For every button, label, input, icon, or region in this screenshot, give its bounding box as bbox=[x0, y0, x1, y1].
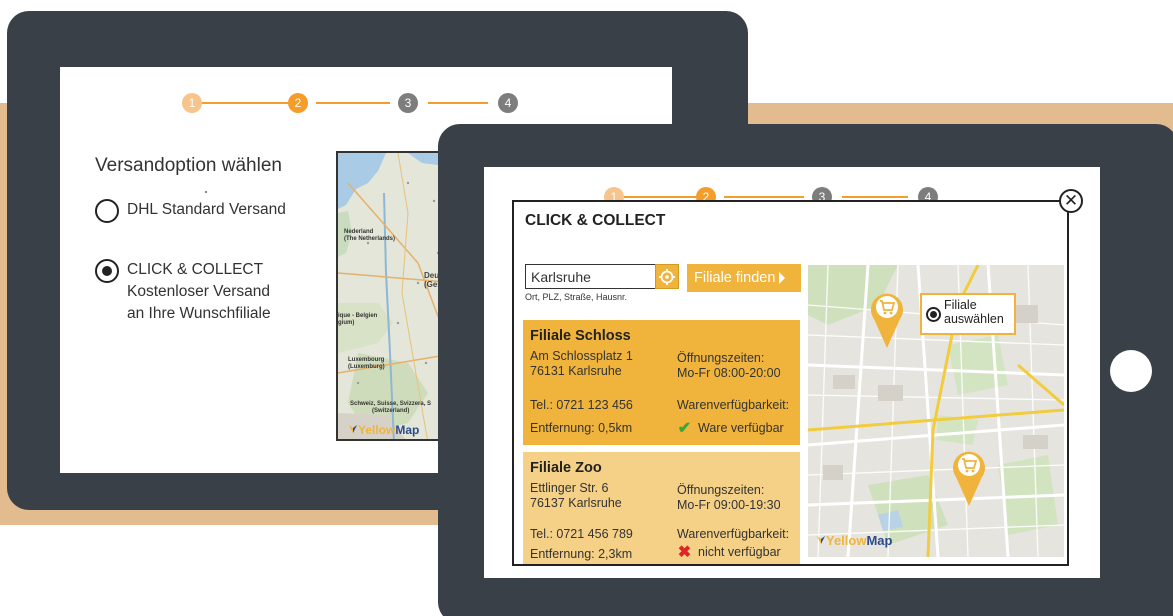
step-4: 4 bbox=[498, 93, 518, 113]
store-marker-schloss[interactable] bbox=[869, 289, 905, 349]
step-2: 2 bbox=[288, 93, 308, 113]
stage: 1 2 3 4 Versandoption wählen DHL Standar… bbox=[0, 0, 1173, 616]
click-collect-dialog: CLICK & COLLECT Filiale finden Ort, PLZ,… bbox=[512, 200, 1069, 566]
option-title: CLICK & COLLECT bbox=[127, 261, 264, 278]
find-store-label: Filiale finden bbox=[694, 270, 776, 286]
step-connector bbox=[624, 196, 696, 198]
shipping-option-dhl[interactable]: DHL Standard Versand bbox=[95, 199, 286, 223]
page-title: Versandoption wählen bbox=[95, 155, 282, 176]
logo-mark-icon bbox=[349, 425, 357, 433]
store-phone: Tel.: 0721 456 789 bbox=[530, 527, 633, 541]
location-search-input[interactable] bbox=[525, 264, 656, 289]
step-connector bbox=[316, 102, 390, 104]
store-card-schloss[interactable]: Filiale Schloss Am Schlossplatz 1 76131 … bbox=[523, 320, 800, 445]
store-phone: Tel.: 0721 123 456 bbox=[530, 398, 633, 412]
cross-icon: ✖ bbox=[677, 543, 692, 561]
store-marker-zoo[interactable] bbox=[951, 447, 987, 507]
radio-button-selected[interactable] bbox=[95, 259, 119, 283]
store-address: Am Schlossplatz 1 76131 Karlsruhe bbox=[530, 349, 633, 378]
yellowmap-logo: YellowMap bbox=[816, 533, 892, 548]
close-icon[interactable]: ✕ bbox=[1059, 189, 1083, 213]
availability-label: Warenverfügbarkeit: bbox=[677, 527, 790, 541]
divider-dot bbox=[205, 191, 207, 193]
crosshair-icon bbox=[659, 268, 675, 285]
map-label-belgium: ique - Belgien gium) bbox=[338, 313, 378, 326]
home-button[interactable] bbox=[1110, 350, 1152, 392]
step-3: 3 bbox=[398, 93, 418, 113]
locate-me-button[interactable] bbox=[655, 264, 679, 289]
find-store-button[interactable]: Filiale finden bbox=[687, 264, 801, 292]
check-icon: ✔ bbox=[677, 419, 692, 437]
click-collect-screen: 1 2 3 4 CLICK & COLLECT Karlsruhe Filial… bbox=[484, 167, 1100, 578]
radio-button[interactable] bbox=[95, 199, 119, 223]
store-name: Filiale Schloss bbox=[530, 328, 631, 344]
select-store-popup[interactable]: Filiale auswählen bbox=[920, 293, 1016, 335]
store-distance: Entfernung: 2,3km bbox=[530, 547, 633, 561]
store-hours: Öffnungszeiten: Mo-Fr 09:00-19:30 bbox=[677, 483, 781, 512]
option-subtitle-1: Kostenloser Versand bbox=[127, 283, 271, 300]
progress-stepper: 1 2 3 4 bbox=[182, 93, 518, 113]
dialog-title: CLICK & COLLECT bbox=[525, 212, 666, 229]
store-card-zoo[interactable]: Filiale Zoo Ettlinger Str. 6 76137 Karls… bbox=[523, 452, 800, 564]
shipping-option-click-collect[interactable]: CLICK & COLLECT Kostenloser Versand an I… bbox=[95, 259, 271, 325]
store-map[interactable]: Filiale auswählen YellowMap bbox=[808, 265, 1064, 557]
yellowmap-logo: YellowMap bbox=[348, 423, 419, 437]
store-hours: Öffnungszeiten: Mo-Fr 08:00-20:00 bbox=[677, 351, 781, 380]
option-label: CLICK & COLLECT Kostenloser Versand an I… bbox=[127, 259, 271, 325]
availability-label: Warenverfügbarkeit: bbox=[677, 398, 790, 412]
map-label-luxembourg: Luxembourg (Luxemburg) bbox=[348, 357, 385, 370]
store-address: Ettlinger Str. 6 76137 Karlsruhe bbox=[530, 481, 622, 510]
tablet-front: 1 2 3 4 CLICK & COLLECT Karlsruhe Filial… bbox=[438, 124, 1173, 616]
step-connector bbox=[428, 102, 488, 104]
step-connector bbox=[842, 196, 908, 198]
map-label-netherlands: Nederland (The Netherlands) bbox=[344, 229, 396, 242]
search-hint: Ort, PLZ, Straße, Hausnr. bbox=[525, 292, 628, 302]
step-1: 1 bbox=[182, 93, 202, 113]
option-label: DHL Standard Versand bbox=[127, 201, 286, 218]
step-connector bbox=[202, 102, 288, 104]
logo-mark-icon bbox=[817, 536, 825, 544]
store-distance: Entfernung: 0,5km bbox=[530, 421, 633, 435]
step-connector bbox=[724, 196, 804, 198]
map-label-switzerland: Schweiz, Suisse, Svizzera, S (Switzerlan… bbox=[350, 401, 432, 414]
availability-status: ✖ nicht verfügbar bbox=[677, 543, 781, 561]
arrow-right-icon bbox=[779, 272, 786, 284]
radio-selected-icon[interactable] bbox=[926, 307, 941, 322]
option-subtitle-2: an Ihre Wunschfiliale bbox=[127, 305, 271, 322]
availability-status: ✔ Ware verfügbar bbox=[677, 419, 784, 437]
store-name: Filiale Zoo bbox=[530, 460, 602, 476]
